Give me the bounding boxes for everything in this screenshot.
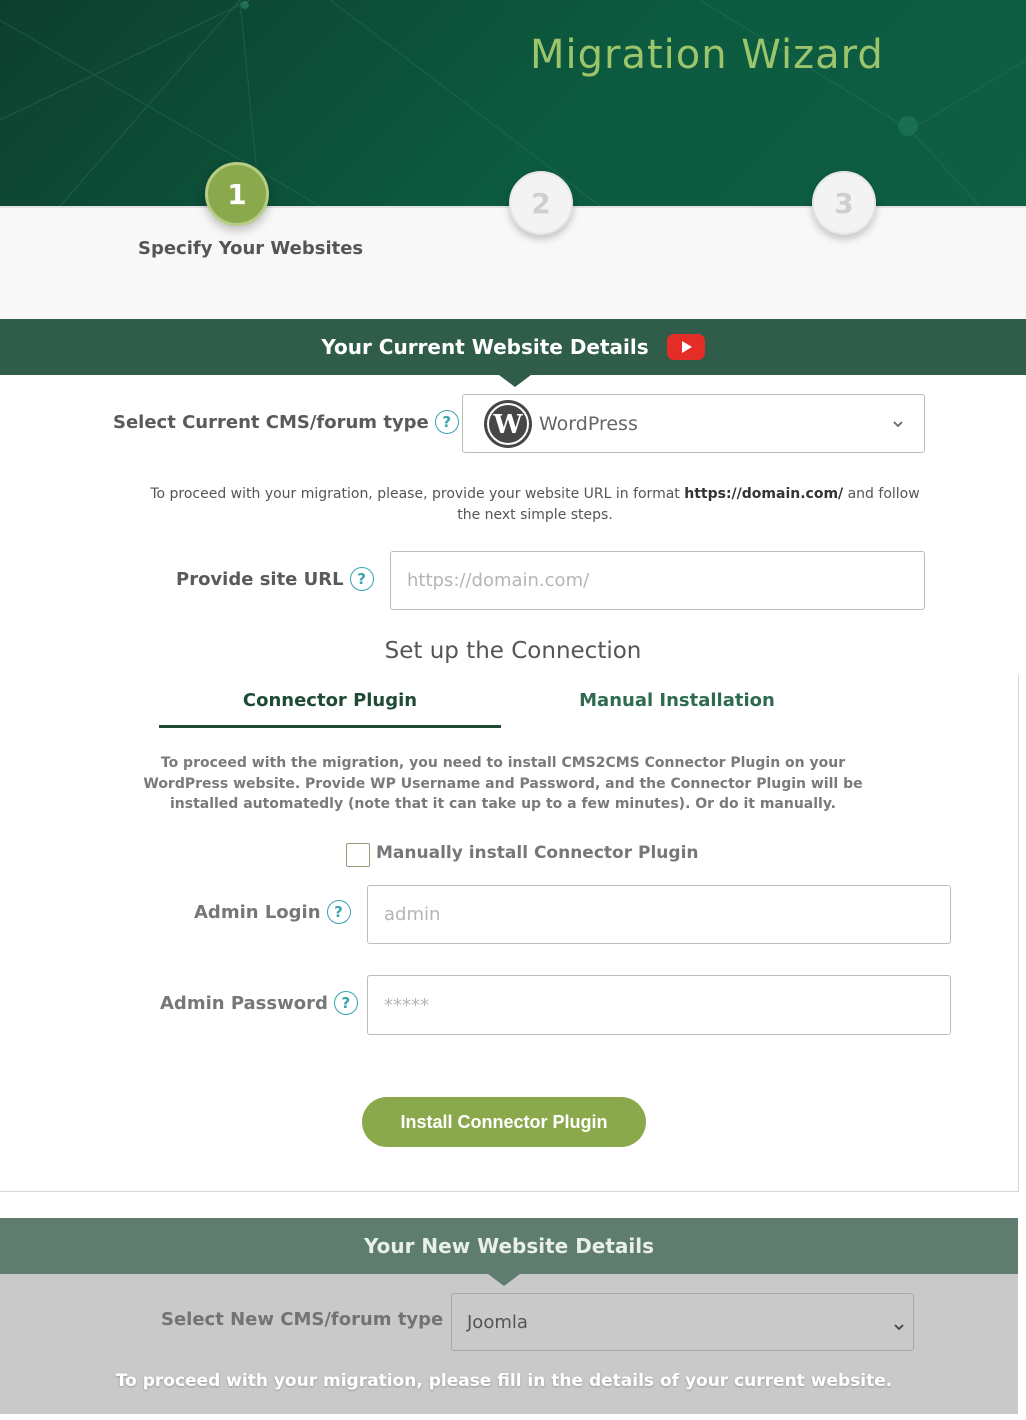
current-cms-label-row: Select Current CMS/forum type ? (113, 410, 459, 434)
admin-password-label: Admin Password (160, 992, 328, 1014)
connection-setup-title: Set up the Connection (384, 638, 642, 664)
new-website-info: To proceed with your migration, please f… (115, 1371, 893, 1391)
tab-manual-installation[interactable]: Manual Installation (506, 690, 848, 711)
chevron-down-icon (893, 1317, 905, 1338)
url-format-example: https://domain.com/ (684, 486, 844, 502)
page-title: Migration Wizard (530, 32, 884, 78)
current-cms-value: WordPress (539, 412, 638, 435)
site-url-placeholder: https://domain.com/ (407, 570, 590, 591)
current-cms-select[interactable]: W WordPress (462, 394, 925, 453)
site-url-input[interactable]: https://domain.com/ (390, 551, 925, 610)
new-cms-select[interactable]: Joomla (451, 1293, 914, 1351)
current-website-section-header: Your Current Website Details (0, 319, 1026, 375)
hero-header: Migration Wizard (0, 0, 1026, 206)
admin-login-label: Admin Login (194, 901, 321, 923)
network-background-decoration (0, 0, 1026, 206)
chevron-down-icon (892, 415, 904, 434)
svg-text:W: W (492, 410, 523, 440)
panel-border (0, 1191, 1019, 1192)
url-format-info: To proceed with your migration, please, … (140, 484, 930, 526)
tab-connector-plugin[interactable]: Connector Plugin (159, 690, 501, 728)
step-2-indicator: 2 (509, 171, 573, 235)
new-website-section-title: Your New Website Details (363, 1234, 655, 1258)
site-url-label-row: Provide site URL ? (176, 567, 374, 591)
section-pointer (488, 1274, 520, 1286)
step-1-label: Specify Your Websites (138, 238, 364, 259)
migration-wizard-page: Migration Wizard 1 2 3 Specify Your Webs… (0, 0, 1026, 1420)
help-icon[interactable]: ? (349, 567, 374, 591)
wordpress-logo-icon: W (483, 399, 533, 449)
url-info-text: To proceed with your migration, please, … (150, 486, 685, 502)
new-website-section-header: Your New Website Details (0, 1218, 1018, 1274)
admin-password-placeholder: ***** (384, 994, 429, 1016)
site-url-label: Provide site URL (176, 568, 344, 590)
admin-login-label-row: Admin Login ? (194, 900, 351, 924)
install-connector-button[interactable]: Install Connector Plugin (362, 1097, 646, 1147)
step-3-indicator: 3 (812, 171, 876, 235)
admin-login-input[interactable]: admin (367, 885, 951, 944)
youtube-video-icon[interactable] (666, 334, 705, 360)
steps-progress-bar (0, 206, 1026, 319)
help-icon[interactable]: ? (326, 900, 351, 924)
step-1-indicator: 1 (205, 162, 269, 226)
section-pointer (499, 375, 531, 387)
panel-border (1018, 675, 1019, 1192)
manual-install-label[interactable]: Manually install Connector Plugin (376, 843, 699, 863)
admin-login-placeholder: admin (384, 904, 441, 925)
new-cms-value: Joomla (467, 1311, 528, 1333)
manual-install-checkbox[interactable] (346, 843, 370, 867)
help-icon[interactable]: ? (434, 410, 459, 434)
help-icon[interactable]: ? (333, 991, 358, 1015)
admin-password-input[interactable]: ***** (367, 975, 951, 1035)
new-cms-label: Select New CMS/forum type (161, 1309, 444, 1330)
current-website-section-title: Your Current Website Details (321, 335, 649, 359)
connector-description: To proceed with the migration, you need … (143, 755, 863, 812)
current-cms-label: Select Current CMS/forum type (113, 411, 429, 433)
admin-password-label-row: Admin Password ? (160, 991, 358, 1015)
